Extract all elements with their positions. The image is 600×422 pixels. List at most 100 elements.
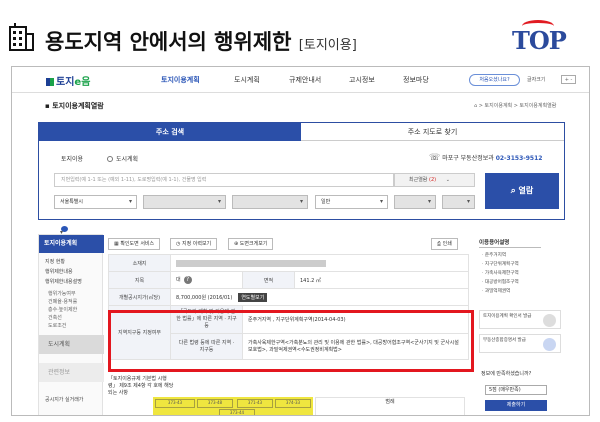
grid-logo-icon	[46, 78, 54, 86]
radio-city-plan-label: 도시계획	[116, 156, 139, 163]
brand-text-b: e음	[74, 77, 91, 88]
nav-menu-notice[interactable]: 고시정보	[349, 75, 375, 85]
radio-selected-icon	[60, 226, 68, 239]
sidebar-sub-allowed[interactable]: 행위가능여부	[48, 290, 76, 297]
real-estate-cert-label: 부동산종합증명서 발급	[483, 338, 526, 343]
address-input[interactable]: 지번입력(예 1-1 또는 (예외 1-11), 도로명입력(예 1-1), 건…	[54, 173, 394, 187]
issue-certificate-card[interactable]: 토지이용계획 확인서 발급	[479, 310, 561, 329]
breadcrumb: ⌂ > 토지이용계획 > 토지이용계획열람	[474, 103, 557, 109]
jimok-value: 대	[176, 277, 181, 283]
city-select[interactable]: 서울특별시	[54, 195, 137, 209]
address-value	[170, 254, 469, 272]
nav-menu-info[interactable]: 정보마당	[403, 75, 429, 85]
sidebar-sub-road[interactable]: 도로조건	[48, 322, 66, 329]
sidebar-item-price[interactable]: 공시지가 실거래가	[45, 396, 83, 403]
price-cell: 8,700,000원 (2016/01) 연도별보기	[170, 288, 469, 306]
legend-note: 「토지이용규제 기본법 시행령」 제9조 제4항 각 호에 해당되는 사항	[108, 376, 174, 396]
search-icon: ⌕	[510, 186, 516, 196]
sidebar-sub-building-line[interactable]: 건축선	[48, 314, 62, 321]
recent-count: (2)	[429, 177, 437, 183]
sidebar-item-restriction-desc[interactable]: 행위제한내용설명	[45, 278, 82, 285]
parcel-label: 374-33	[275, 399, 311, 408]
land-map[interactable]: 373-43 373-48 371-43 374-33 373-44	[153, 397, 313, 415]
sidebar-item-restrictions[interactable]: 행위제한내용	[45, 268, 73, 275]
enlarge-map-button[interactable]: ⊕ 도면크게보기	[228, 238, 274, 250]
printer-icon: ⎙	[437, 241, 442, 247]
help-icon[interactable]: ?	[183, 276, 192, 284]
zoom-icon: ⊕	[234, 241, 239, 247]
top-logo: TOP	[512, 26, 567, 55]
enlarge-map-label: 도면크게보기	[239, 241, 268, 247]
radio-land-use-label: 토지이용	[61, 156, 84, 163]
nav-menu-land-plan[interactable]: 토지이용계획	[161, 75, 200, 85]
phone-label: 마포구 부동산정보과	[442, 155, 494, 162]
font-size-label: 글자크기	[527, 77, 546, 83]
page-title-text: 토지이용계획열람	[52, 102, 104, 110]
table-row: 개별공시지가(㎡당) 8,700,000원 (2016/01) 연도별보기	[108, 288, 469, 306]
land-type-select[interactable]: 일반	[315, 195, 388, 209]
price-label: 개별공시지가(㎡당)	[108, 288, 171, 306]
print-button[interactable]: ⎙ 인쇄	[431, 238, 458, 250]
first-visit-button[interactable]: 처음오셨나요?	[469, 74, 520, 86]
search-panel: 주소 검색 주소 지도로 찾기 토지이용 도시계획 ☏ 마포구 부동산정보과 0…	[38, 122, 565, 239]
sidebar-box-related[interactable]: 관련정보	[39, 363, 104, 382]
view-button-label: 열람	[518, 186, 534, 195]
document-icon	[543, 338, 556, 351]
phone-number: 02-3153-9512	[495, 155, 543, 162]
right-panel-title: 이용용어설명	[479, 240, 510, 246]
sidebar-item-designation[interactable]: 지정 현황	[45, 258, 65, 265]
sidebar-sub-coverage[interactable]: 건폐율·용적률	[48, 298, 77, 305]
sidebar-box-city-plan[interactable]: 도시계획	[39, 335, 104, 354]
confirm-map-label: 확인도면 서비스	[120, 241, 155, 247]
bunji-input[interactable]	[394, 195, 436, 209]
brand-text-a: 토지	[56, 77, 75, 88]
dong-select[interactable]	[232, 195, 308, 209]
history-button[interactable]: ◷ 지정 이력보기	[170, 238, 218, 250]
sidebar-head[interactable]: 토지이용계획	[39, 235, 104, 253]
chevron-down-icon: ⌄	[445, 177, 450, 183]
term-link[interactable]: 가축사육제한구역	[482, 270, 519, 276]
district-select[interactable]	[143, 195, 226, 209]
seal-icon	[543, 314, 556, 327]
highlight-box	[108, 310, 474, 372]
phone-info: ☏ 마포구 부동산정보과 02-3153-9512	[429, 153, 542, 163]
term-link[interactable]: 준주거지역	[482, 252, 506, 258]
slide-subtitle: [토지이용]	[298, 38, 357, 53]
page-title: ▪ 토지이용계획열람	[45, 102, 104, 110]
phone-icon: ☏	[429, 153, 441, 163]
confirm-map-button[interactable]: ▦ 확인도면 서비스	[108, 238, 161, 250]
nav-menu-regulation[interactable]: 규제안내서	[289, 75, 321, 85]
radio-land-use[interactable]: 토지이용	[60, 154, 84, 239]
submit-button[interactable]: 제출하기	[485, 400, 547, 411]
tab-address-search[interactable]: 주소 검색	[39, 123, 301, 141]
top-nav: 토지e음 토지이용계획 도시계획 규제안내서 고시정보 정보마당 처음오셨나요?…	[12, 67, 589, 93]
parcel-label: 373-48	[197, 399, 233, 408]
ho-input[interactable]	[442, 195, 475, 209]
clock-icon: ◷	[176, 241, 181, 247]
satisfaction-question: 정보에 만족하셨습니까?	[481, 371, 532, 377]
real-estate-cert-card[interactable]: 부동산종합증명서 발급	[479, 334, 561, 353]
sidebar-sub-height[interactable]: 층수·높이제한	[48, 306, 77, 313]
tab-map-search[interactable]: 주소 지도로 찾기	[301, 123, 564, 141]
satisfaction-select[interactable]: 5점 (매우만족)	[485, 385, 547, 395]
table-row: 소재지	[108, 254, 469, 272]
issue-certificate-label: 토지이용계획 확인서 발급	[483, 314, 532, 319]
brand-logo[interactable]: 토지e음	[46, 73, 90, 88]
address-label: 소재지	[108, 254, 171, 272]
term-link[interactable]: 대공방어협조구역	[482, 279, 519, 285]
parcel-label: 371-43	[237, 399, 273, 408]
yearly-view-button[interactable]: 연도별보기	[238, 292, 268, 302]
recent-label: 최근열람	[409, 177, 428, 183]
jimok-cell: 대?	[170, 271, 243, 289]
term-link[interactable]: 과밀억제권역	[482, 288, 510, 294]
table-row: 지목 대? 면적 141.2 ㎡	[108, 271, 469, 289]
font-size-control[interactable]: + -	[561, 75, 576, 84]
area-value: 141.2 ㎡	[294, 271, 469, 289]
price-value: 8,700,000원 (2016/01)	[176, 294, 233, 301]
term-link[interactable]: 지구단위계획구역	[482, 261, 519, 267]
view-button[interactable]: ⌕ 열람	[485, 173, 559, 209]
slide-title: 용도지역 안에서의 행위제한 [토지이용]	[45, 26, 357, 56]
recent-view-dropdown[interactable]: 최근열람 (2) ⌄	[394, 173, 475, 187]
radio-city-plan[interactable]: 도시계획	[107, 154, 138, 163]
nav-menu-city-plan[interactable]: 도시계획	[234, 75, 260, 85]
